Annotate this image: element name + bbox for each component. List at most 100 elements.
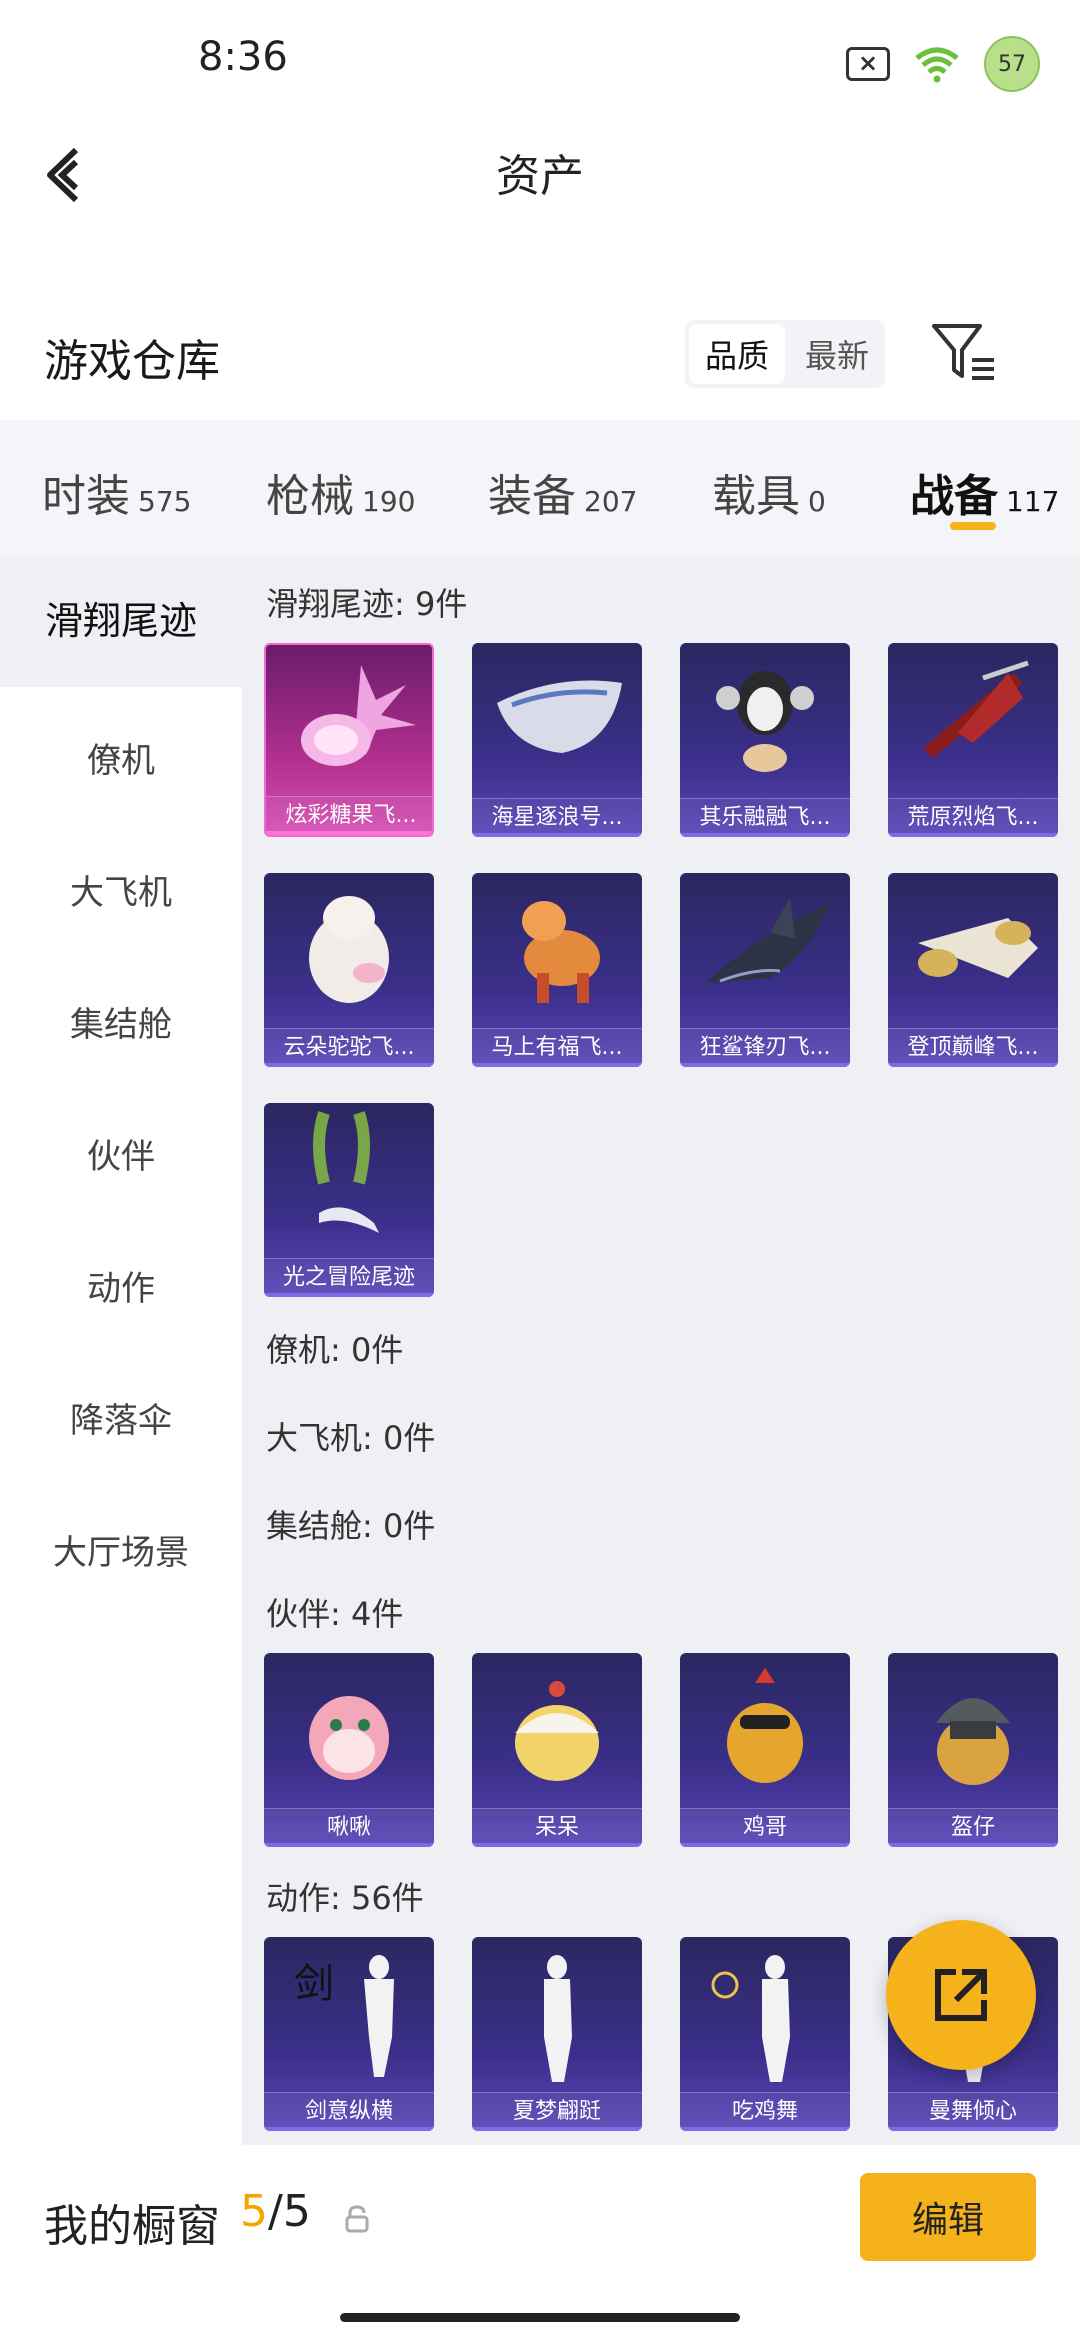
share-external-icon <box>935 1969 987 2021</box>
page-title: 资产 <box>496 151 584 202</box>
no-sim-icon: × <box>846 47 890 81</box>
item-card[interactable]: 鸡哥 <box>680 1653 850 1847</box>
item-name: 剑意纵横 <box>264 2092 434 2131</box>
item-card[interactable]: 荒原烈焰飞... <box>888 643 1058 837</box>
item-name: 荒原烈焰飞... <box>888 798 1058 837</box>
tab-vehicles[interactable]: 载具 0 <box>712 460 826 524</box>
item-name: 海星逐浪号... <box>472 798 642 837</box>
rarity-bar <box>264 2127 434 2131</box>
sidebar-item-lobby-scene[interactable]: 大厅场景 <box>0 1525 242 1574</box>
item-name: 狂鲨锋刃飞... <box>680 1028 850 1067</box>
item-card[interactable]: 炫彩糖果飞... <box>264 643 434 837</box>
sidebar-item-plane[interactable]: 大飞机 <box>0 865 242 914</box>
item-card[interactable]: 海星逐浪号... <box>472 643 642 837</box>
rarity-bar <box>680 1063 850 1067</box>
status-bar: 8:36 × 57 <box>0 0 1080 120</box>
item-name: 登顶巅峰飞... <box>888 1028 1058 1067</box>
rarity-bar <box>472 833 642 837</box>
item-card[interactable]: 夏梦翩跹 <box>472 1937 642 2131</box>
sidebar-item-wingman[interactable]: 僚机 <box>0 733 242 782</box>
shark-glider-icon <box>705 898 830 983</box>
item-card[interactable]: 啾啾 <box>264 1653 434 1847</box>
item-card[interactable]: 云朵驼驼飞... <box>264 873 434 1067</box>
tab-count: 117 <box>1006 485 1060 518</box>
section-title: 滑翔尾迹: 9件 <box>266 585 468 623</box>
lock-icon <box>345 2205 369 2233</box>
item-card[interactable]: 盔仔 <box>888 1653 1058 1847</box>
item-card[interactable]: 登顶巅峰飞... <box>888 873 1058 1067</box>
rarity-bar <box>680 1843 850 1847</box>
candy-glider-icon <box>301 665 416 766</box>
sort-toggle: 品质 最新 <box>685 320 885 388</box>
svg-text:剑: 剑 <box>294 1961 334 2007</box>
rarity-bar <box>472 1843 642 1847</box>
showcase-label: 我的橱窗 <box>44 2201 220 2252</box>
item-name: 光之冒险尾迹 <box>264 1258 434 1297</box>
item-name: 呆呆 <box>472 1808 642 1847</box>
sidebar-item-emote[interactable]: 动作 <box>0 1261 242 1310</box>
rarity-bar <box>472 1063 642 1067</box>
item-card[interactable]: 狂鲨锋刃飞... <box>680 873 850 1067</box>
horse-glider-icon <box>522 901 600 1003</box>
item-name: 曼舞倾心 <box>888 2092 1058 2131</box>
smoke-trail-icon <box>313 1111 379 1233</box>
summit-glider-icon <box>918 918 1038 978</box>
share-fab[interactable] <box>886 1920 1036 2070</box>
item-name: 啾啾 <box>264 1808 434 1847</box>
boat-glider-icon <box>497 680 622 753</box>
section-title: 动作: 56件 <box>266 1879 424 1917</box>
sidebar-item-partner[interactable]: 伙伴 <box>0 1129 242 1178</box>
section-title: 伙伴: 4件 <box>266 1595 404 1633</box>
sword-dance-icon: 剑 <box>294 1955 394 2077</box>
tab-label: 时装 <box>42 471 130 522</box>
sidebar-item-glide-trail[interactable]: 滑翔尾迹 <box>0 555 242 687</box>
rarity-bar <box>888 833 1058 837</box>
warehouse-title: 游戏仓库 <box>44 336 220 387</box>
flame-glider-icon <box>923 660 1029 759</box>
item-name: 马上有福飞... <box>472 1028 642 1067</box>
item-name: 盔仔 <box>888 1808 1058 1847</box>
home-indicator <box>340 2313 740 2322</box>
item-name: 云朵驼驼飞... <box>264 1028 434 1067</box>
tab-label: 载具 <box>712 471 800 522</box>
item-grid-panel: 滑翔尾迹: 9件 炫彩糖果飞... 海星逐浪号... 其乐融融飞... 荒原烈焰… <box>242 555 1080 2145</box>
showcase-count: 5/5 <box>240 2186 311 2237</box>
tab-equipment[interactable]: 装备 207 <box>488 460 637 524</box>
rarity-bar <box>264 1063 434 1067</box>
showcase-current: 5 <box>240 2186 268 2237</box>
rarity-bar <box>264 1293 434 1297</box>
sort-quality-button[interactable]: 品质 <box>689 324 785 384</box>
tab-battle-prep[interactable]: 战备 117 <box>910 460 1059 524</box>
alpaca-glider-icon <box>309 896 389 1003</box>
helmet-chick-icon <box>936 1698 1010 1785</box>
item-card[interactable]: 其乐融融飞... <box>680 643 850 837</box>
sidebar-item-parachute[interactable]: 降落伞 <box>0 1393 242 1442</box>
item-card[interactable]: 马上有福飞... <box>472 873 642 1067</box>
item-card[interactable]: 呆呆 <box>472 1653 642 1847</box>
rarity-bar <box>888 2127 1058 2131</box>
edit-button[interactable]: 编辑 <box>860 2173 1036 2261</box>
rooster-icon <box>727 1668 803 1783</box>
item-name: 鸡哥 <box>680 1808 850 1847</box>
pink-bird-icon <box>309 1696 389 1780</box>
tab-count: 190 <box>362 485 416 518</box>
sidebar: 滑翔尾迹 僚机 大飞机 集结舱 伙伴 动作 降落伞 大厅场景 <box>0 555 242 2145</box>
tab-outfits[interactable]: 时装 575 <box>42 460 191 524</box>
item-name: 吃鸡舞 <box>680 2092 850 2131</box>
chicken-dance-icon <box>711 1955 790 2082</box>
item-card[interactable]: 吃鸡舞 <box>680 1937 850 2131</box>
wifi-icon <box>915 47 959 83</box>
tab-count: 0 <box>808 485 826 518</box>
filter-icon[interactable] <box>930 320 1000 384</box>
rarity-bar <box>264 1843 434 1847</box>
item-card[interactable]: 剑 剑意纵横 <box>264 1937 434 2131</box>
item-card[interactable]: 光之冒险尾迹 <box>264 1103 434 1297</box>
rarity-bar <box>266 831 432 835</box>
section-title: 集结舱: 0件 <box>266 1507 436 1545</box>
tab-label: 枪械 <box>266 471 354 522</box>
tab-weapons[interactable]: 枪械 190 <box>266 460 415 524</box>
sort-newest-button[interactable]: 最新 <box>789 320 885 388</box>
active-tab-indicator <box>950 522 996 530</box>
dance-figure-icon <box>544 1955 572 2082</box>
sidebar-item-pod[interactable]: 集结舱 <box>0 997 242 1046</box>
